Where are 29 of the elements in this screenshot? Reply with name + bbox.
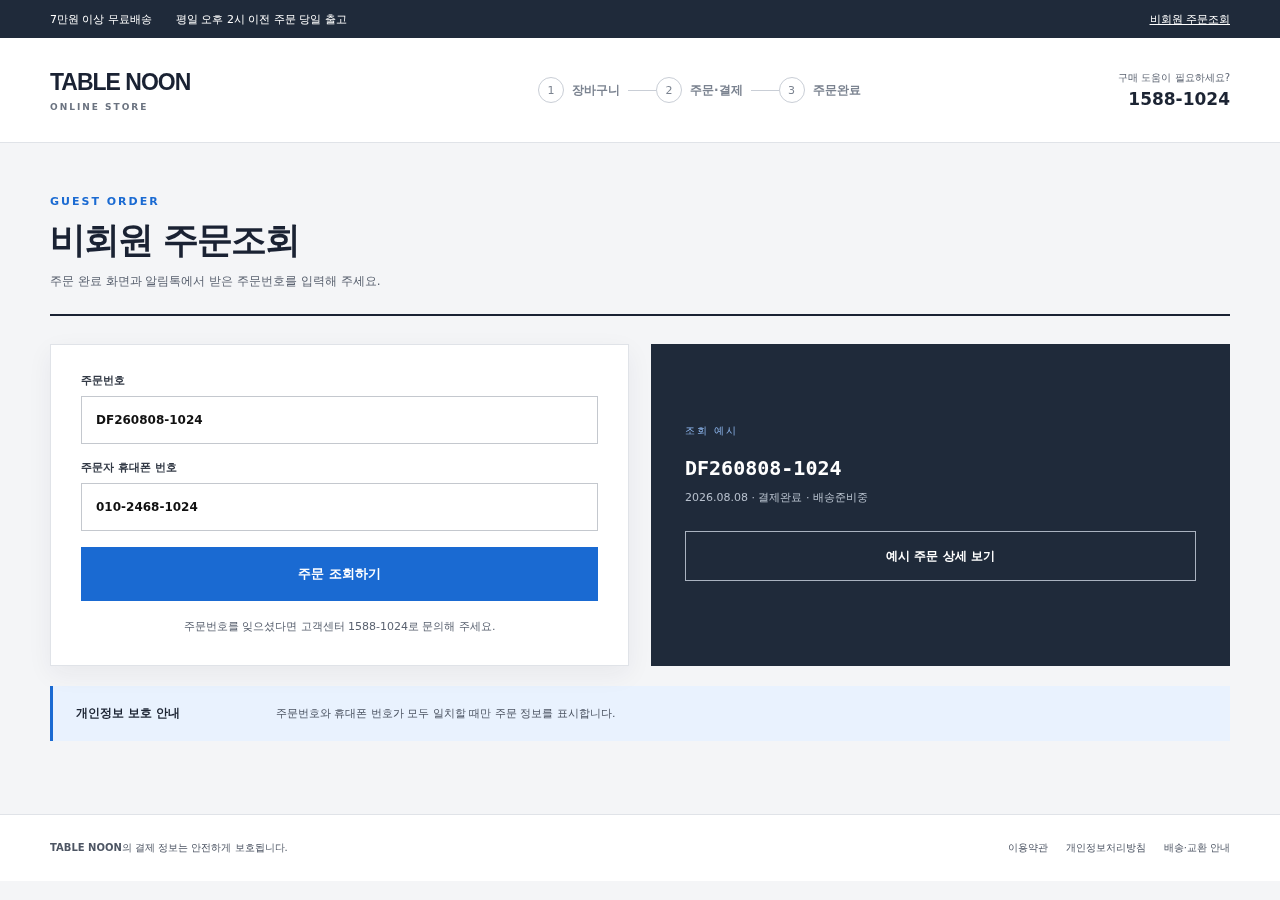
help-label: 구매 도움이 필요하세요? [1118, 71, 1230, 85]
submit-button[interactable]: 주문 조회하기 [81, 547, 598, 601]
step-label: 장바구니 [572, 81, 621, 99]
example-meta: 2026.08.08 · 결제완료 · 배송준비중 [685, 490, 869, 505]
input-field[interactable]: DF260808-1024 [81, 396, 598, 444]
example-label: 조회 예시 [685, 424, 740, 438]
example-order-number: DF260808-1024 [685, 456, 843, 480]
guest-order-link[interactable]: 비회원 주문조회 [1149, 11, 1230, 27]
page-subtitle: 주문 완료 화면과 알림톡에서 받은 주문번호를 입력해 주세요. [50, 273, 382, 290]
notice-title: 개인정보 보호 안내 [76, 705, 182, 722]
example-detail-button[interactable]: 예시 주문 상세 보기 [685, 531, 1196, 581]
page-title: 비회원 주문조회 [50, 218, 300, 262]
help-text: 주문번호를 잊으셨다면 고객센터 1588-1024로 문의해 주세요. [182, 619, 497, 634]
shipping-notice: 평일 오후 2시 이전 주문 당일 출고 [176, 11, 347, 27]
step-label: 주문완료 [812, 81, 861, 99]
footer-link[interactable]: 개인정보처리방침 [1065, 841, 1146, 855]
step-label: 주문·결제 [690, 81, 743, 99]
logo-subtitle: ONLINE STORE [50, 101, 150, 112]
field-label: 주문번호 [81, 373, 126, 388]
notice-text: 주문번호와 휴대폰 번호가 모두 일치할 때만 주문 정보를 표시합니다. [276, 706, 616, 721]
footer-link[interactable]: 배송·교환 안내 [1163, 841, 1230, 855]
footer-link[interactable]: 이용약관 [1007, 841, 1048, 855]
help-phone: 1588-1024 [1127, 89, 1230, 109]
footer-text: TABLE NOON의 결제 정보는 안전하게 보호됩니다. [50, 841, 288, 855]
field-label: 주문자 휴대폰 번호 [81, 460, 178, 475]
page-eyebrow: GUEST ORDER [50, 195, 161, 208]
input-field[interactable]: 010-2468-1024 [81, 483, 598, 531]
store-logo[interactable]: TABLE NOON [50, 68, 191, 96]
shipping-notice: 7만원 이상 무료배송 [50, 11, 152, 27]
